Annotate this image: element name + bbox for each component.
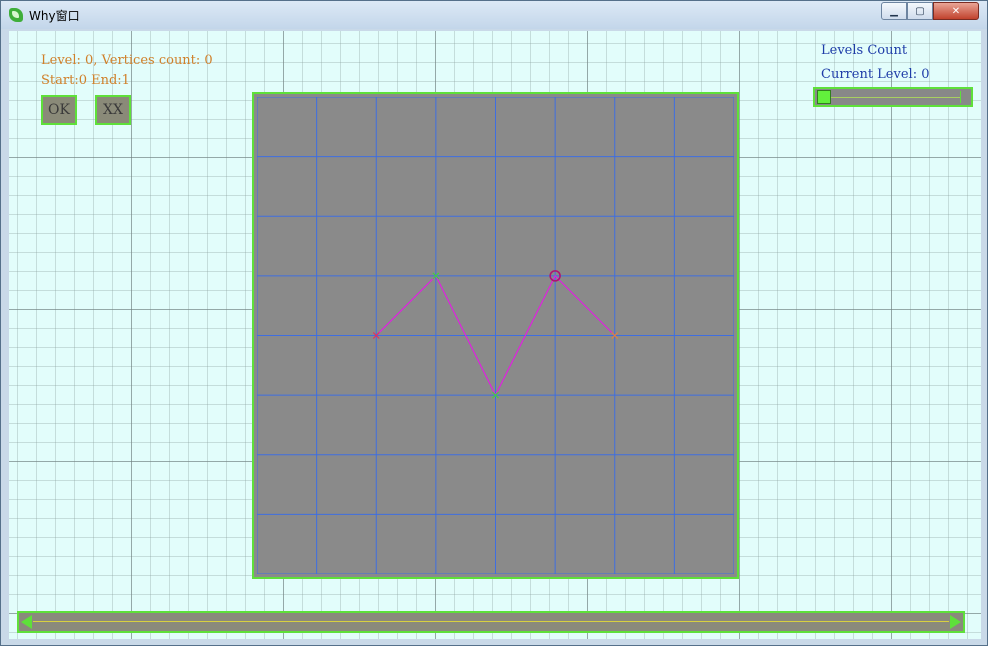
close-button[interactable]: ✕ <box>933 2 979 20</box>
maximize-button[interactable]: ▢ <box>907 2 933 20</box>
title-bar[interactable]: Why窗口 ▁ ▢ ✕ <box>1 1 987 29</box>
scroll-right-arrow-icon[interactable] <box>950 615 961 629</box>
level-info-text: Level: 0, Vertices count: 0 <box>41 53 213 68</box>
scroll-left-arrow-icon[interactable] <box>21 615 32 629</box>
leaf-app-icon <box>9 8 23 22</box>
level-slider-thumb[interactable] <box>817 90 831 104</box>
horizontal-scrollbar[interactable] <box>17 611 965 633</box>
scrollbar-track <box>33 621 949 622</box>
levels-count-label: Levels Count <box>821 43 908 58</box>
current-level-label: Current Level: 0 <box>821 67 930 82</box>
xx-button[interactable]: XX <box>95 95 131 125</box>
game-board[interactable] <box>252 92 739 579</box>
minimize-button[interactable]: ▁ <box>881 2 907 20</box>
level-slider-end-mark <box>960 91 961 103</box>
app-window: Why窗口 ▁ ▢ ✕ Level: 0, Vertices count: 0 … <box>0 0 988 646</box>
start-end-text: Start:0 End:1 <box>41 73 130 88</box>
level-slider-track <box>819 97 961 98</box>
ok-button[interactable]: OK <box>41 95 77 125</box>
board-canvas[interactable] <box>257 97 734 574</box>
board-grid <box>257 97 734 574</box>
client-area: Level: 0, Vertices count: 0 Start:0 End:… <box>9 31 981 639</box>
window-title: Why窗口 <box>29 9 80 23</box>
level-slider[interactable] <box>813 87 973 107</box>
